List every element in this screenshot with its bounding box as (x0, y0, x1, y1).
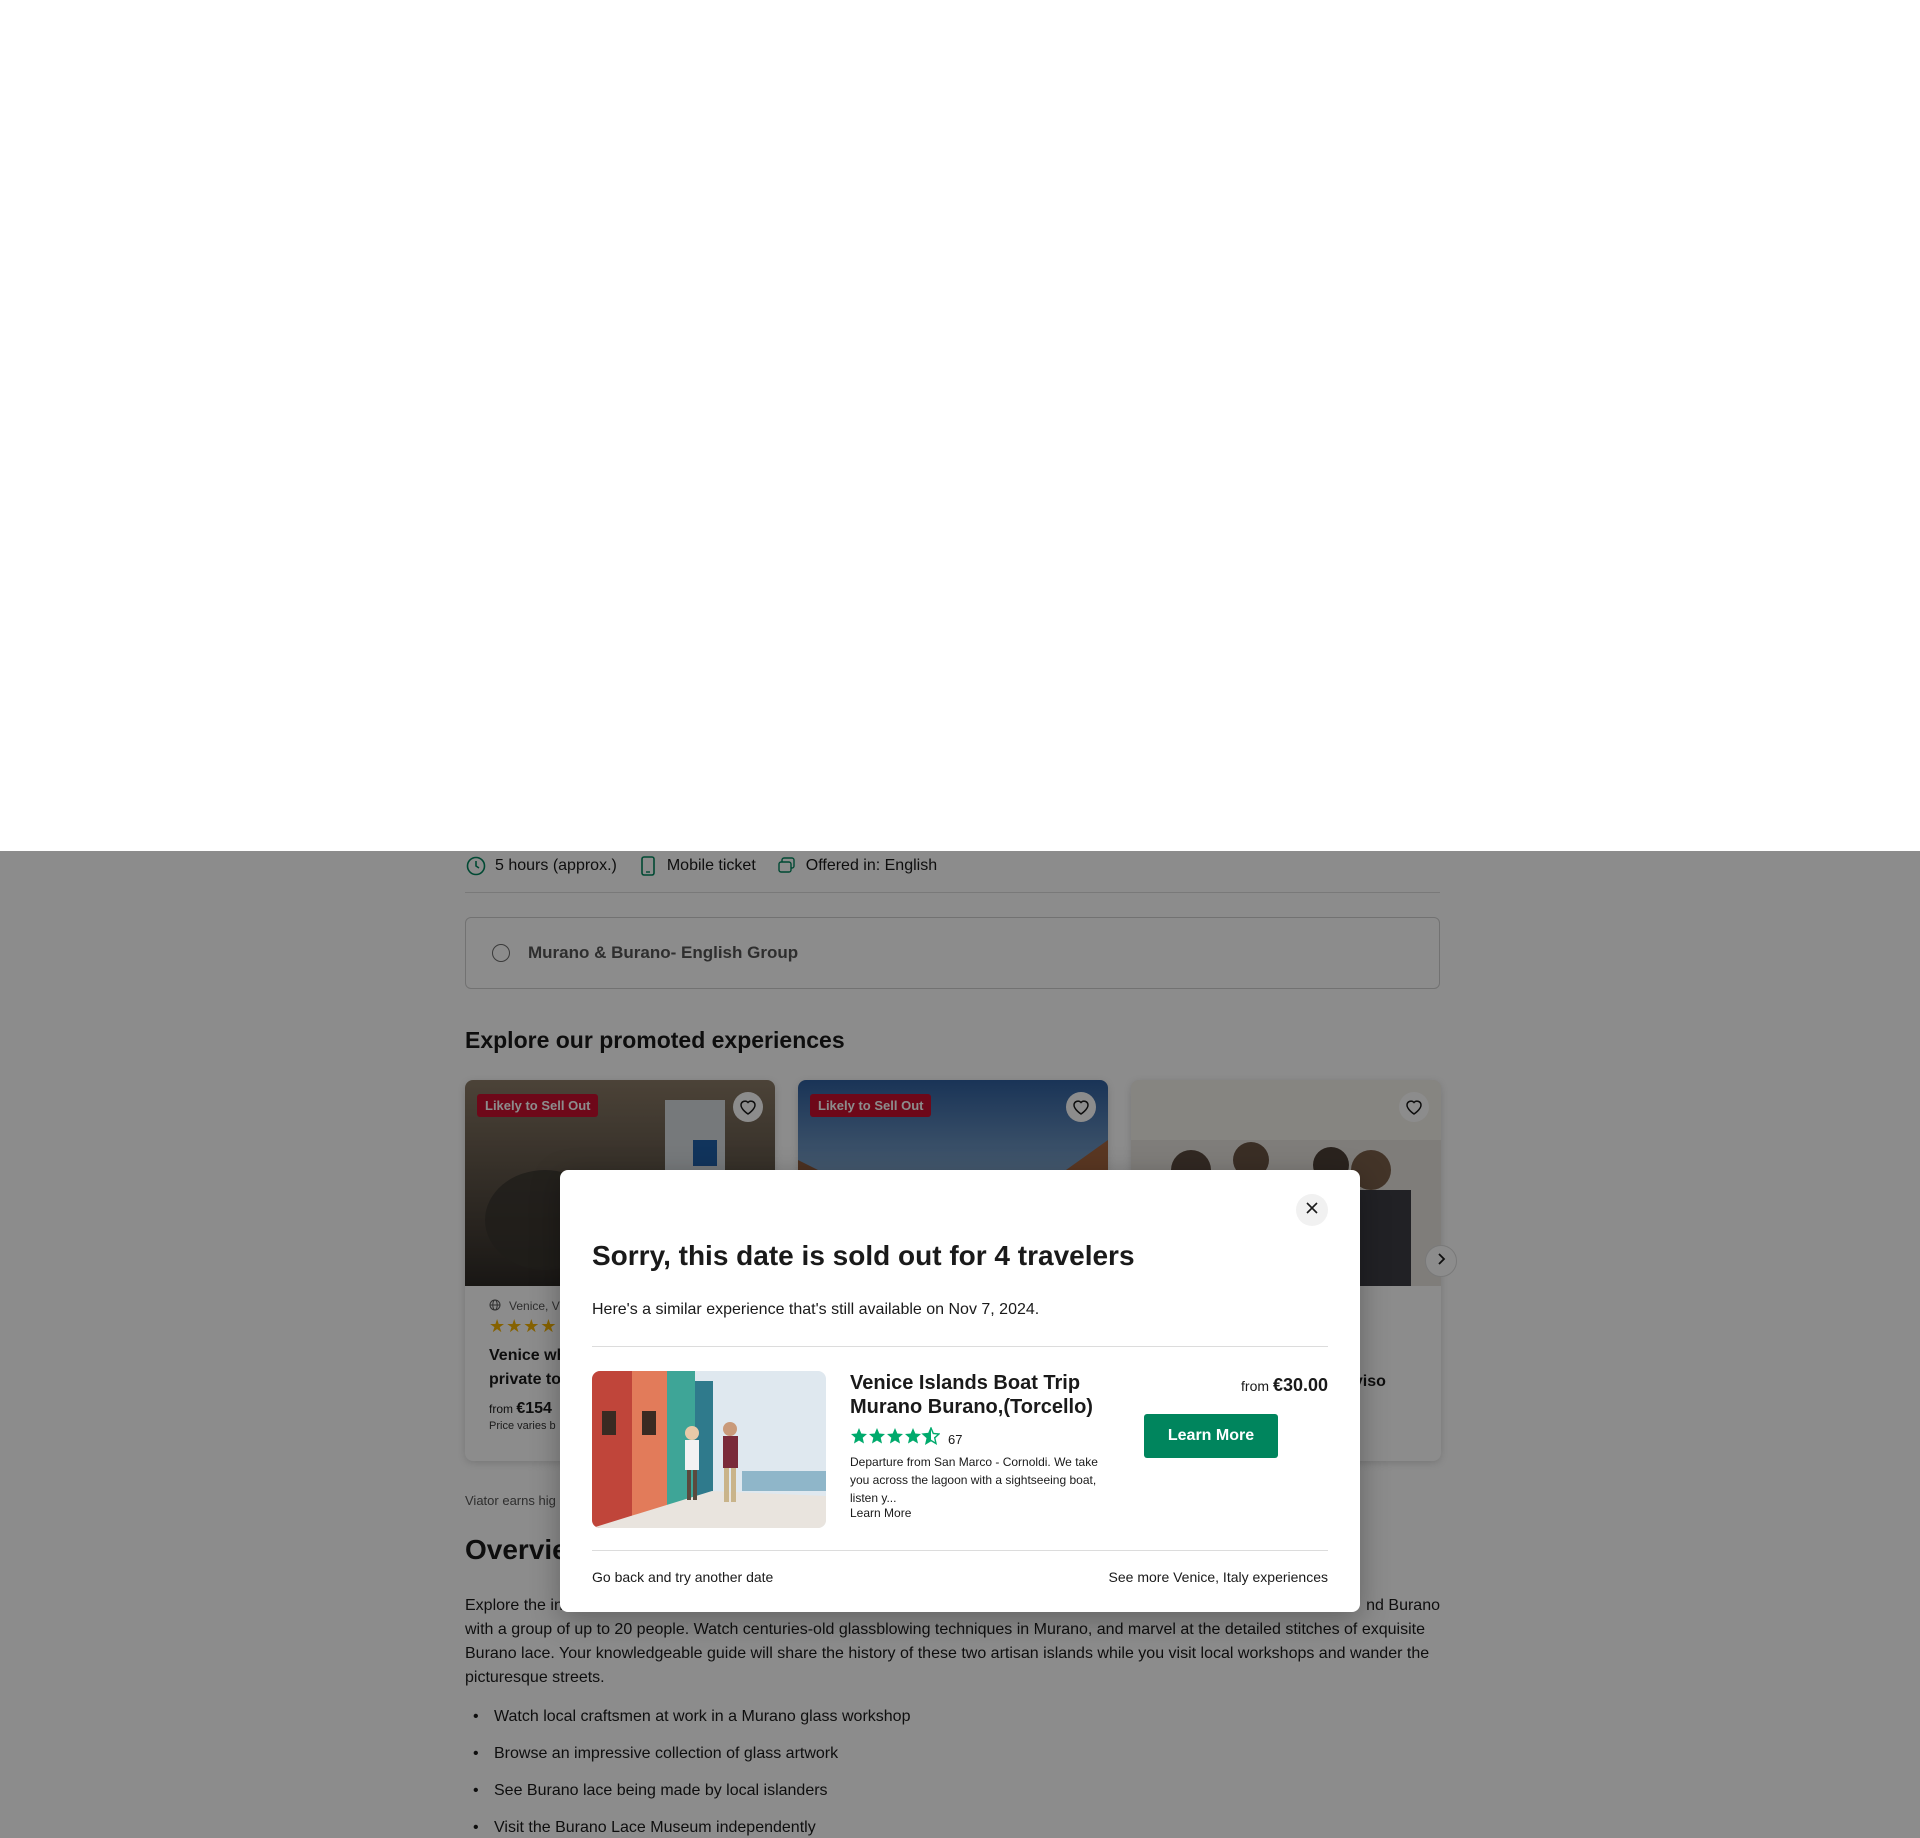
product-description: Departure from San Marco - Cornoldi. We … (850, 1455, 1098, 1505)
rating-stars-icon (850, 1426, 941, 1451)
see-more-link[interactable]: See more Venice, Italy experiences (1109, 1569, 1328, 1585)
divider (592, 1346, 1328, 1347)
blank-top-area (0, 0, 1920, 851)
product-image[interactable] (592, 1371, 826, 1528)
product-price: from €30.00 (1241, 1375, 1328, 1396)
price-from: from (1241, 1378, 1270, 1394)
modal-subtitle: Here's a similar experience that's still… (592, 1301, 1040, 1318)
product-rating: 67 (850, 1426, 963, 1451)
sold-out-modal: Sorry, this date is sold out for 4 trave… (560, 1170, 1360, 1612)
learn-more-button[interactable]: Learn More (1144, 1414, 1278, 1458)
product-title[interactable]: Venice Islands Boat Trip Murano Burano,(… (850, 1371, 1110, 1419)
rating-count: 67 (948, 1431, 963, 1447)
close-button[interactable] (1296, 1194, 1328, 1226)
close-icon (1305, 1201, 1319, 1220)
divider (592, 1550, 1328, 1551)
go-back-link[interactable]: Go back and try another date (592, 1569, 773, 1585)
price-value: €30.00 (1272, 1375, 1328, 1395)
page: 5 hours (approx.) Mobile ticket Offered … (0, 0, 1920, 1838)
modal-title: Sorry, this date is sold out for 4 trave… (592, 1240, 1135, 1271)
product-learn-more-link[interactable]: Learn More (850, 1506, 911, 1520)
